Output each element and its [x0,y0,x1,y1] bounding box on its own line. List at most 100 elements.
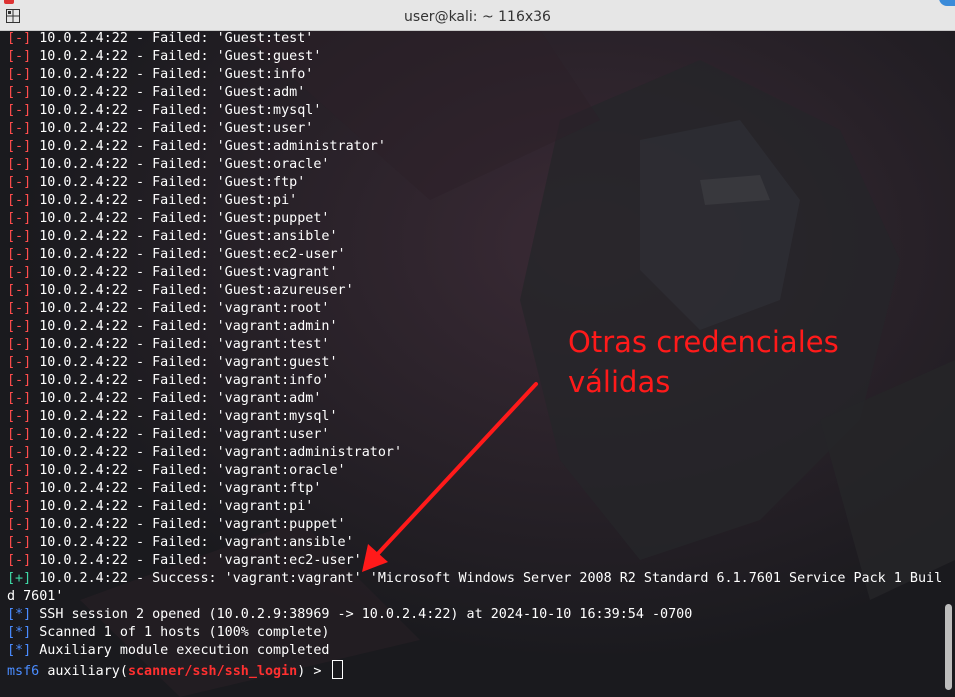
log-line-failed: [-] 10.0.2.4:22 - Failed: 'Guest:pi' [7,192,942,210]
log-line-failed: [-] 10.0.2.4:22 - Failed: 'vagrant:root' [7,300,942,318]
log-text: 10.0.2.4:22 - Failed: 'Guest:guest' [39,49,322,64]
status-marker-fail: [-] [7,301,32,316]
status-marker-fail: [-] [7,139,32,154]
scrollbar-thumb[interactable] [945,604,952,690]
log-text: d 7601' [7,589,64,604]
log-text: 10.0.2.4:22 - Failed: 'Guest:vagrant' [39,265,338,280]
log-line-failed: [-] 10.0.2.4:22 - Failed: 'vagrant:pi' [7,498,942,516]
log-line-failed: [-] 10.0.2.4:22 - Failed: 'vagrant:user' [7,426,942,444]
status-marker-info: [*] [7,607,32,622]
log-line-failed: [-] 10.0.2.4:22 - Failed: 'vagrant:ftp' [7,480,942,498]
log-text: 10.0.2.4:22 - Failed: 'Guest:test' [39,31,314,46]
log-text: 10.0.2.4:22 - Success: 'vagrant:vagrant'… [39,571,943,586]
log-text: 10.0.2.4:22 - Failed: 'Guest:ftp' [39,175,306,190]
log-text: 10.0.2.4:22 - Failed: 'vagrant:adm' [39,391,322,406]
log-text: 10.0.2.4:22 - Failed: 'vagrant:mysql' [39,409,338,424]
status-marker-fail: [-] [7,463,32,478]
log-text: 10.0.2.4:22 - Failed: 'Guest:ansible' [39,229,338,244]
log-text: 10.0.2.4:22 - Failed: 'vagrant:ansible' [39,535,354,550]
status-marker-fail: [-] [7,31,32,46]
log-line-failed: [-] 10.0.2.4:22 - Failed: 'Guest:mysql' [7,102,942,120]
log-line-failed: [-] 10.0.2.4:22 - Failed: 'Guest:oracle' [7,156,942,174]
status-marker-fail: [-] [7,229,32,244]
log-text: 10.0.2.4:22 - Failed: 'Guest:info' [39,67,314,82]
log-text: 10.0.2.4:22 - Failed: 'vagrant:user' [39,427,330,442]
status-marker-fail: [-] [7,247,32,262]
log-text: 10.0.2.4:22 - Failed: 'Guest:azureuser' [39,283,354,298]
status-marker-fail: [-] [7,373,32,388]
log-text: 10.0.2.4:22 - Failed: 'Guest:ec2-user' [39,247,346,262]
log-line-failed: [-] 10.0.2.4:22 - Failed: 'vagrant:ec2-u… [7,552,942,570]
log-line-failed: [-] 10.0.2.4:22 - Failed: 'Guest:puppet' [7,210,942,228]
log-text: 10.0.2.4:22 - Failed: 'vagrant:ftp' [39,481,322,496]
log-line-failed: [-] 10.0.2.4:22 - Failed: 'Guest:test' [7,30,942,48]
text-cursor[interactable] [331,660,343,679]
status-marker-fail: [-] [7,481,32,496]
status-marker-fail: [-] [7,85,32,100]
log-line-success: [+] 10.0.2.4:22 - Success: 'vagrant:vagr… [7,570,942,588]
log-text: 10.0.2.4:22 - Failed: 'Guest:oracle' [39,157,330,172]
prompt-module-prefix: auxiliary( [47,664,128,679]
title-bar: user@kali: ~ 116x36 [0,0,955,31]
prompt-module: scanner/ssh/ssh_login [127,664,298,679]
status-marker-fail: [-] [7,427,32,442]
terminal-window: user@kali: ~ 116x36 [-] 10.0.2.4:22 - Fa… [0,0,955,697]
log-line-failed: [-] 10.0.2.4:22 - Failed: 'vagrant:mysql… [7,408,942,426]
log-text: 10.0.2.4:22 - Failed: 'vagrant:oracle' [39,463,346,478]
annotation-text: Otras credenciales válidas [568,325,839,399]
status-marker-fail: [-] [7,157,32,172]
status-marker-fail: [-] [7,319,32,334]
log-text: Scanned 1 of 1 hosts (100% complete) [39,625,330,640]
prompt-name: msf6 [7,664,40,679]
status-marker-fail: [-] [7,121,32,136]
window-control-corner[interactable] [939,0,955,6]
log-text: 10.0.2.4:22 - Failed: 'vagrant:admin' [39,319,338,334]
status-marker-info: [*] [7,643,32,658]
status-marker-fail: [-] [7,409,32,424]
status-marker-success: [+] [7,571,32,586]
status-marker-fail: [-] [7,391,32,406]
log-line-failed: [-] 10.0.2.4:22 - Failed: 'Guest:ansible… [7,228,942,246]
log-line-failed: [-] 10.0.2.4:22 - Failed: 'Guest:ftp' [7,174,942,192]
log-line-failed: [-] 10.0.2.4:22 - Failed: 'vagrant:puppe… [7,516,942,534]
status-marker-fail: [-] [7,355,32,370]
window-control-edge[interactable] [4,0,14,4]
log-line-info: [*] SSH session 2 opened (10.0.2.9:38969… [7,606,942,624]
log-line-failed: [-] 10.0.2.4:22 - Failed: 'vagrant:admin… [7,444,942,462]
window-title: user@kali: ~ 116x36 [404,9,551,25]
log-line-failed: [-] 10.0.2.4:22 - Failed: 'Guest:guest' [7,48,942,66]
status-marker-fail: [-] [7,211,32,226]
status-marker-info: [*] [7,625,32,640]
log-line-failed: [-] 10.0.2.4:22 - Failed: 'Guest:info' [7,66,942,84]
log-line-failed: [-] 10.0.2.4:22 - Failed: 'Guest:azureus… [7,282,942,300]
status-marker-fail: [-] [7,337,32,352]
status-marker-fail: [-] [7,535,32,550]
status-marker-fail: [-] [7,49,32,64]
log-text: 10.0.2.4:22 - Failed: 'Guest:mysql' [39,103,322,118]
log-line-failed: [-] 10.0.2.4:22 - Failed: 'Guest:vagrant… [7,264,942,282]
status-marker-fail: [-] [7,193,32,208]
log-line-info: [*] Scanned 1 of 1 hosts (100% complete) [7,624,942,642]
log-line-failed: [-] 10.0.2.4:22 - Failed: 'Guest:adm' [7,84,942,102]
status-marker-fail: [-] [7,517,32,532]
status-marker-fail: [-] [7,175,32,190]
command-prompt[interactable]: msf6 auxiliary(scanner/ssh/ssh_login) > [7,660,942,679]
log-line-failed: [-] 10.0.2.4:22 - Failed: 'Guest:ec2-use… [7,246,942,264]
status-marker-fail: [-] [7,265,32,280]
status-marker-fail: [-] [7,445,32,460]
log-line-failed: [-] 10.0.2.4:22 - Failed: 'Guest:user' [7,120,942,138]
log-text: 10.0.2.4:22 - Failed: 'vagrant:test' [39,337,330,352]
status-marker-fail: [-] [7,283,32,298]
status-marker-fail: [-] [7,499,32,514]
log-text: 10.0.2.4:22 - Failed: 'Guest:pi' [39,193,298,208]
log-text: 10.0.2.4:22 - Failed: 'Guest:adm' [39,85,306,100]
log-text: 10.0.2.4:22 - Failed: 'vagrant:guest' [39,355,338,370]
log-line-failed: [-] 10.0.2.4:22 - Failed: 'vagrant:oracl… [7,462,942,480]
scrollbar-track[interactable] [944,32,952,694]
prompt-module-suffix: ) > [297,664,330,679]
log-text: 10.0.2.4:22 - Failed: 'vagrant:puppet' [39,517,346,532]
log-text: 10.0.2.4:22 - Failed: 'vagrant:administr… [39,445,403,460]
log-line-success-wrap: d 7601' [7,588,942,606]
status-marker-fail: [-] [7,103,32,118]
log-text: Auxiliary module execution completed [39,643,330,658]
